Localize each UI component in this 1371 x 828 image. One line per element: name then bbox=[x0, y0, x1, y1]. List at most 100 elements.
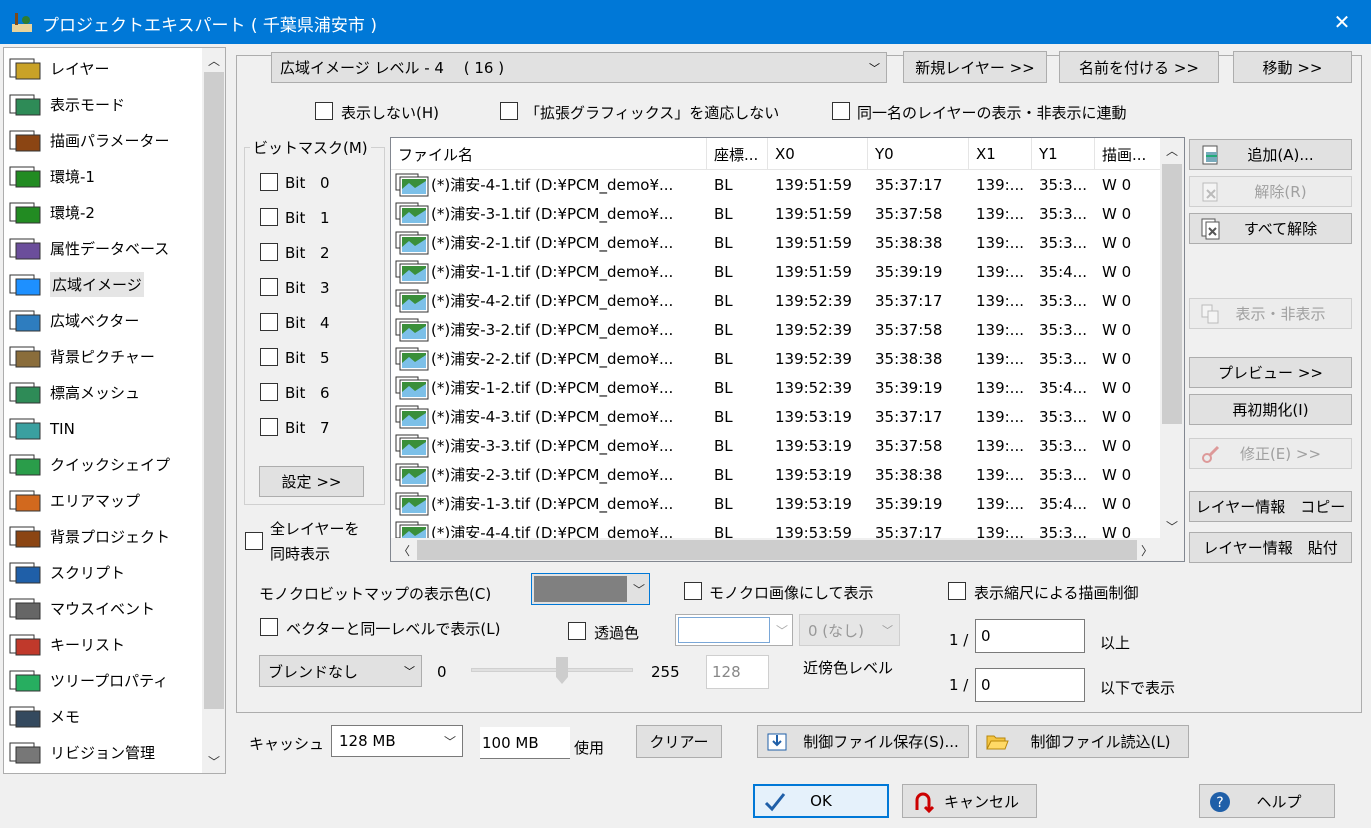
transparency-slider-track[interactable] bbox=[471, 668, 633, 672]
paste-layer-info-button[interactable]: レイヤー情報 貼付 bbox=[1189, 532, 1352, 563]
bit-checkbox[interactable] bbox=[260, 418, 278, 436]
file-row[interactable]: (*)浦安-2-3.tif (D:¥PCM_demo¥... BL 139:53:1… bbox=[391, 460, 1161, 489]
scroll-down-icon[interactable]: ﹀ bbox=[1160, 516, 1184, 536]
sidebar-item[interactable]: リビジョン管理 bbox=[4, 736, 155, 769]
remove-all-button[interactable]: すべて解除 bbox=[1189, 213, 1352, 244]
sidebar-item[interactable]: 表示モード bbox=[4, 88, 125, 121]
bit-checkbox[interactable] bbox=[260, 243, 278, 261]
slider-value-field[interactable]: 128 bbox=[706, 655, 769, 689]
reinit-button[interactable]: 再初期化(I) bbox=[1189, 394, 1352, 425]
rename-button[interactable]: 名前を付ける >> bbox=[1059, 51, 1219, 83]
file-list-hscroll-thumb[interactable] bbox=[417, 540, 1137, 560]
sidebar-item[interactable]: キーリスト bbox=[4, 628, 125, 661]
show-hide-button[interactable]: 表示・非表示 bbox=[1189, 298, 1352, 329]
bit-checkbox[interactable] bbox=[260, 348, 278, 366]
column-header[interactable]: 座標... bbox=[707, 138, 768, 170]
help-button[interactable]: ? ヘルプ bbox=[1199, 784, 1335, 818]
sidebar-item[interactable]: 環境-1 bbox=[4, 160, 95, 193]
sidebar-item[interactable]: 属性データベース bbox=[4, 232, 169, 265]
sidebar-item[interactable]: 背景ピクチャー bbox=[4, 340, 155, 373]
ok-button[interactable]: OK bbox=[753, 784, 889, 818]
scroll-right-icon[interactable]: 〉 bbox=[1136, 540, 1158, 560]
sidebar-item[interactable]: ツリープロパティ bbox=[4, 664, 168, 697]
add-button[interactable]: 追加(A)... bbox=[1189, 139, 1352, 170]
preview-button[interactable]: プレビュー >> bbox=[1189, 357, 1352, 388]
scroll-left-icon[interactable]: 〈 bbox=[393, 540, 415, 560]
hide-checkbox[interactable] bbox=[315, 102, 333, 120]
file-row[interactable]: (*)浦安-3-2.tif (D:¥PCM_demo¥... BL 139:52:3… bbox=[391, 315, 1161, 344]
file-row[interactable]: (*)浦安-1-2.tif (D:¥PCM_demo¥... BL 139:52:3… bbox=[391, 373, 1161, 402]
modify-button[interactable]: 修正(E) >> bbox=[1189, 438, 1352, 469]
file-list-vscroll-thumb[interactable] bbox=[1162, 164, 1182, 424]
sidebar-item[interactable]: スクリプト bbox=[4, 556, 125, 589]
scale-upper-input[interactable]: 0 bbox=[975, 619, 1085, 653]
bit-label: Bit bbox=[285, 279, 306, 297]
copy-layer-info-button[interactable]: レイヤー情報 コピー bbox=[1189, 491, 1352, 522]
scale-upper-suffix: 以上 bbox=[1100, 634, 1131, 652]
new-layer-button[interactable]: 新規レイヤー >> bbox=[903, 51, 1047, 83]
save-control-file-button[interactable]: 制御ファイル保存(S)... bbox=[757, 725, 969, 758]
sidebar-item[interactable]: 背景プロジェクト bbox=[4, 520, 170, 553]
file-row[interactable]: (*)浦安-2-1.tif (D:¥PCM_demo¥... BL 139:51:5… bbox=[391, 228, 1161, 257]
bit-checkbox[interactable] bbox=[260, 173, 278, 191]
scroll-down-icon[interactable]: ﹀ bbox=[202, 751, 225, 771]
mono-image-checkbox[interactable] bbox=[684, 582, 702, 600]
file-row[interactable]: (*)浦安-4-1.tif (D:¥PCM_demo¥... BL 139:51:5… bbox=[391, 170, 1161, 199]
file-row[interactable]: (*)浦安-4-2.tif (D:¥PCM_demo¥... BL 139:52:3… bbox=[391, 286, 1161, 315]
move-button[interactable]: 移動 >> bbox=[1233, 51, 1352, 83]
cache-size-select[interactable]: 128 MB ﹀ bbox=[331, 725, 463, 757]
bit-checkbox[interactable] bbox=[260, 313, 278, 331]
file-row[interactable]: (*)浦安-1-3.tif (D:¥PCM_demo¥... BL 139:53:1… bbox=[391, 489, 1161, 518]
scale-lower-input[interactable]: 0 bbox=[975, 668, 1085, 702]
column-header[interactable]: 描画... bbox=[1095, 138, 1161, 170]
same-level-vector-checkbox[interactable] bbox=[260, 618, 278, 636]
sidebar-item[interactable]: 環境-2 bbox=[4, 196, 95, 229]
bitmask-settings-button[interactable]: 設定 >> bbox=[259, 466, 364, 497]
column-header[interactable]: X0 bbox=[768, 138, 868, 170]
cancel-button[interactable]: キャンセル bbox=[902, 784, 1037, 818]
sidebar-item[interactable]: TIN bbox=[4, 412, 75, 445]
link-same-name-checkbox[interactable] bbox=[832, 102, 850, 120]
file-row[interactable]: (*)浦安-3-3.tif (D:¥PCM_demo¥... BL 139:53:1… bbox=[391, 431, 1161, 460]
transparency-slider-thumb[interactable] bbox=[556, 657, 568, 685]
all-layers-checkbox[interactable] bbox=[245, 532, 263, 550]
column-header[interactable]: X1 bbox=[969, 138, 1032, 170]
bit-checkbox[interactable] bbox=[260, 383, 278, 401]
sidebar-item[interactable]: メモ bbox=[4, 700, 80, 733]
column-header[interactable]: Y1 bbox=[1032, 138, 1095, 170]
blend-select[interactable]: ブレンドなし ﹀ bbox=[259, 655, 422, 687]
sidebar-scroll-thumb[interactable] bbox=[204, 72, 224, 709]
transparent-color-picker[interactable]: ﹀ bbox=[675, 614, 793, 646]
level-select[interactable]: 広域イメージ レベル - 4 ( 16 ) ﹀ bbox=[271, 52, 887, 83]
near-color-select[interactable]: 0 (なし) ﹀ bbox=[799, 614, 900, 646]
scroll-up-icon[interactable]: ︿ bbox=[202, 50, 225, 70]
file-list[interactable]: ファイル名 座標... X0 Y0 X1 Y1 描画... (*)浦安-4-1.tif (D… bbox=[390, 137, 1185, 562]
sidebar-item[interactable]: クイックシェイプ bbox=[4, 448, 170, 481]
load-control-file-button[interactable]: 制御ファイル読込(L) bbox=[976, 725, 1189, 758]
file-cell: W 0 bbox=[1102, 407, 1132, 426]
mono-color-picker[interactable]: ﹀ bbox=[531, 573, 650, 605]
sidebar-item[interactable]: レイヤー bbox=[4, 52, 110, 85]
scale-control-checkbox[interactable] bbox=[948, 582, 966, 600]
bit-checkbox[interactable] bbox=[260, 278, 278, 296]
scroll-up-icon[interactable]: ︿ bbox=[1160, 140, 1184, 160]
file-row[interactable]: (*)浦安-4-3.tif (D:¥PCM_demo¥... BL 139:53:1… bbox=[391, 402, 1161, 431]
file-row[interactable]: (*)浦安-2-2.tif (D:¥PCM_demo¥... BL 139:52:3… bbox=[391, 344, 1161, 373]
sidebar-item[interactable]: 描画パラメーター bbox=[4, 124, 170, 157]
bit-checkbox[interactable] bbox=[260, 208, 278, 226]
file-row[interactable]: (*)浦安-1-1.tif (D:¥PCM_demo¥... BL 139:51:5… bbox=[391, 257, 1161, 286]
sidebar-item[interactable]: 広域ベクター bbox=[4, 304, 139, 337]
sidebar-item[interactable]: エリアマップ bbox=[4, 484, 140, 517]
close-icon[interactable]: ✕ bbox=[1325, 6, 1359, 38]
column-header[interactable]: Y0 bbox=[868, 138, 969, 170]
transparent-checkbox[interactable] bbox=[568, 622, 586, 640]
sidebar-item[interactable]: 広域イメージ bbox=[4, 268, 144, 301]
no-ext-graphics-checkbox[interactable] bbox=[500, 102, 518, 120]
cache-clear-button[interactable]: クリアー bbox=[636, 725, 722, 758]
file-row[interactable]: (*)浦安-3-1.tif (D:¥PCM_demo¥... BL 139:51:5… bbox=[391, 199, 1161, 228]
file-cell: BL bbox=[714, 175, 733, 194]
remove-button[interactable]: 解除(R) bbox=[1189, 176, 1352, 207]
sidebar-item[interactable]: 標高メッシュ bbox=[4, 376, 140, 409]
sidebar-item[interactable]: マウスイベント bbox=[4, 592, 155, 625]
column-header[interactable]: ファイル名 bbox=[391, 138, 707, 170]
